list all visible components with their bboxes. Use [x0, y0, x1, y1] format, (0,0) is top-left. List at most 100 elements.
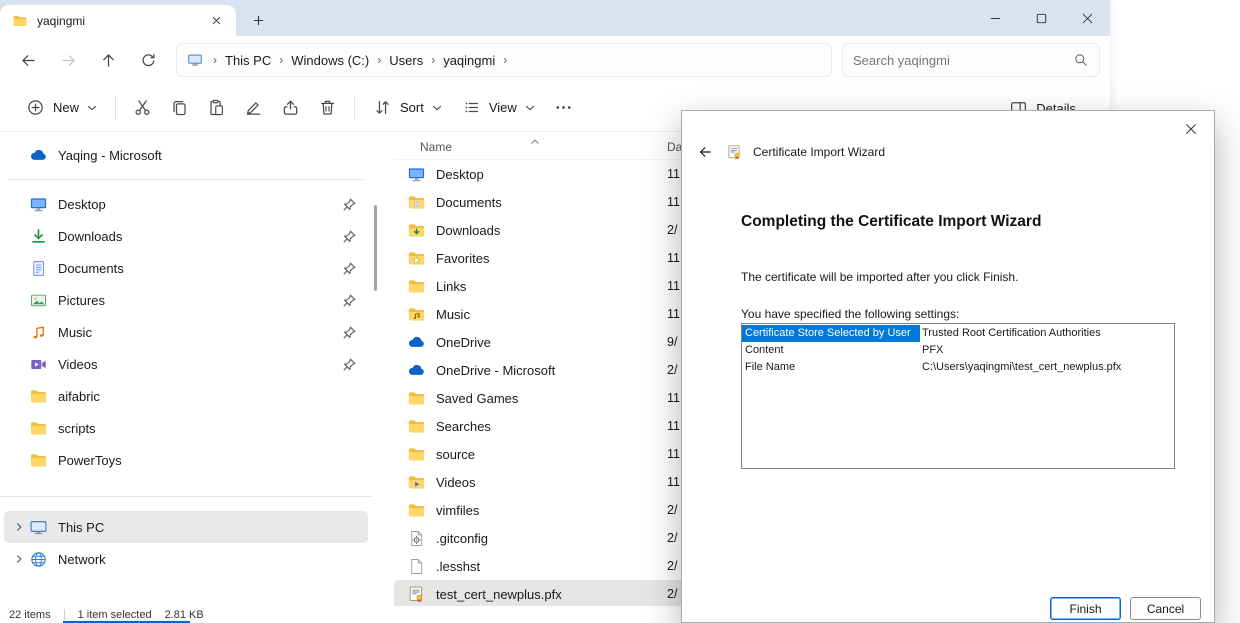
- sidebar-scrollbar[interactable]: [374, 205, 377, 291]
- folder-icon: [29, 387, 48, 406]
- close-button[interactable]: [1064, 0, 1110, 36]
- pin-icon: [343, 230, 356, 243]
- settings-row-certificate-store-selected-by-user[interactable]: Certificate Store Selected by UserTruste…: [742, 325, 1174, 342]
- rename-button[interactable]: [235, 91, 272, 125]
- maximize-button[interactable]: [1018, 0, 1064, 36]
- search-icon[interactable]: [1073, 52, 1089, 68]
- videos-icon: [29, 355, 48, 374]
- file-name: Links: [436, 279, 466, 294]
- sidebar-item-pictures[interactable]: Pictures: [4, 284, 368, 316]
- folder-doc-icon: [407, 193, 426, 212]
- chevron-right-icon[interactable]: ›: [431, 54, 435, 66]
- pin-icon: [343, 326, 356, 339]
- file-name: Music: [436, 307, 470, 322]
- view-list-icon: [462, 98, 481, 117]
- sidebar-item-label: Yaqing - Microsoft: [58, 148, 162, 163]
- file-name: test_cert_newplus.pfx: [436, 587, 562, 602]
- paste-button[interactable]: [198, 91, 235, 125]
- sidebar-item-this-pc[interactable]: This PC: [4, 511, 368, 543]
- sidebar-item-powertoys[interactable]: PowerToys: [4, 444, 368, 476]
- chevron-right-icon[interactable]: ›: [503, 54, 507, 66]
- tab-close-icon[interactable]: [206, 11, 226, 31]
- back-arrow-icon: [697, 144, 713, 160]
- cancel-button[interactable]: Cancel: [1130, 597, 1201, 620]
- cert-icon: [407, 585, 426, 604]
- folder-icon: [12, 13, 28, 29]
- ellipsis-icon: [554, 98, 573, 117]
- refresh-button[interactable]: [128, 42, 168, 78]
- file-name: Searches: [436, 419, 491, 434]
- sidebar-item-downloads[interactable]: Downloads: [4, 220, 368, 252]
- sidebar-item-scripts[interactable]: scripts: [4, 412, 368, 444]
- breadcrumb[interactable]: › This PC › Windows (C:) › Users › yaqin…: [176, 43, 832, 77]
- copy-button[interactable]: [161, 91, 198, 125]
- chevron-right-icon[interactable]: [14, 553, 29, 565]
- sidebar-separator: [0, 496, 372, 497]
- sidebar-item-network[interactable]: Network: [4, 543, 368, 575]
- chevron-right-icon[interactable]: ›: [279, 54, 283, 66]
- sidebar-item-label: scripts: [58, 421, 96, 436]
- column-header-name[interactable]: Name: [420, 140, 452, 154]
- dialog-close-button[interactable]: [1174, 115, 1208, 142]
- new-button[interactable]: New: [16, 91, 107, 125]
- sidebar: Yaqing - Microsoft Desktop Downloads Docume…: [0, 133, 372, 606]
- window-controls: [972, 0, 1110, 36]
- sidebar-item-label: Downloads: [58, 229, 122, 244]
- settings-row-content[interactable]: ContentPFX: [742, 342, 1174, 359]
- navigation-bar: › This PC › Windows (C:) › Users › yaqin…: [0, 36, 1110, 84]
- settings-row-file-name[interactable]: File NameC:\Users\yaqingmi\test_cert_new…: [742, 359, 1174, 376]
- cloud-icon: [407, 361, 426, 380]
- dialog-back-button[interactable]: [694, 141, 716, 163]
- chevron-spacer: [14, 198, 29, 210]
- network-icon: [29, 550, 48, 569]
- more-options-button[interactable]: [545, 91, 582, 125]
- copy-icon: [170, 98, 189, 117]
- delete-button[interactable]: [309, 91, 346, 125]
- up-button[interactable]: [88, 42, 128, 78]
- folder-star-icon: [407, 249, 426, 268]
- minimize-button[interactable]: [972, 0, 1018, 36]
- sidebar-separator: [8, 179, 364, 180]
- sidebar-item-documents[interactable]: Documents: [4, 252, 368, 284]
- sidebar-item-label: Music: [58, 325, 92, 340]
- sort-button[interactable]: Sort: [363, 91, 452, 125]
- dialog-header: Certificate Import Wizard: [694, 141, 885, 163]
- sidebar-item-aifabric[interactable]: aifabric: [4, 380, 368, 412]
- breadcrumb-yaqingmi[interactable]: yaqingmi: [443, 53, 495, 68]
- cut-button[interactable]: [124, 91, 161, 125]
- share-button[interactable]: [272, 91, 309, 125]
- finish-button[interactable]: Finish: [1050, 597, 1121, 620]
- chevron-down-icon: [525, 105, 535, 111]
- new-tab-button[interactable]: [244, 6, 272, 34]
- view-button-label: View: [489, 100, 517, 115]
- chevron-right-icon[interactable]: [14, 521, 29, 533]
- file-name: OneDrive: [436, 335, 491, 350]
- back-button[interactable]: [8, 42, 48, 78]
- chevron-right-icon[interactable]: ›: [377, 54, 381, 66]
- pin-icon: [343, 262, 356, 275]
- file-name: Favorites: [436, 251, 489, 266]
- pin-icon: [343, 294, 356, 307]
- folder-icon: [407, 277, 426, 296]
- explorer-tab[interactable]: yaqingmi: [0, 5, 236, 36]
- breadcrumb-users[interactable]: Users: [389, 53, 423, 68]
- settings-table[interactable]: Certificate Store Selected by UserTruste…: [741, 323, 1175, 469]
- chevron-right-icon[interactable]: ›: [213, 54, 217, 66]
- sidebar-item-yaqing-microsoft[interactable]: Yaqing - Microsoft: [4, 139, 368, 171]
- sidebar-item-desktop[interactable]: Desktop: [4, 188, 368, 220]
- plus-circle-icon: [26, 98, 45, 117]
- file-name: Videos: [436, 475, 476, 490]
- setting-value: Trusted Root Certification Authorities: [920, 325, 1101, 342]
- file-name: OneDrive - Microsoft: [436, 363, 555, 378]
- sidebar-item-music[interactable]: Music: [4, 316, 368, 348]
- view-button[interactable]: View: [452, 91, 545, 125]
- search-input[interactable]: [853, 53, 1073, 68]
- folder-music-icon: [407, 305, 426, 324]
- breadcrumb-this-pc[interactable]: This PC: [225, 53, 271, 68]
- forward-button[interactable]: [48, 42, 88, 78]
- sidebar-item-videos[interactable]: Videos: [4, 348, 368, 380]
- search-box[interactable]: [842, 43, 1100, 77]
- file-name: .gitconfig: [436, 531, 488, 546]
- breadcrumb-windows-c[interactable]: Windows (C:): [291, 53, 369, 68]
- folder-icon: [29, 419, 48, 438]
